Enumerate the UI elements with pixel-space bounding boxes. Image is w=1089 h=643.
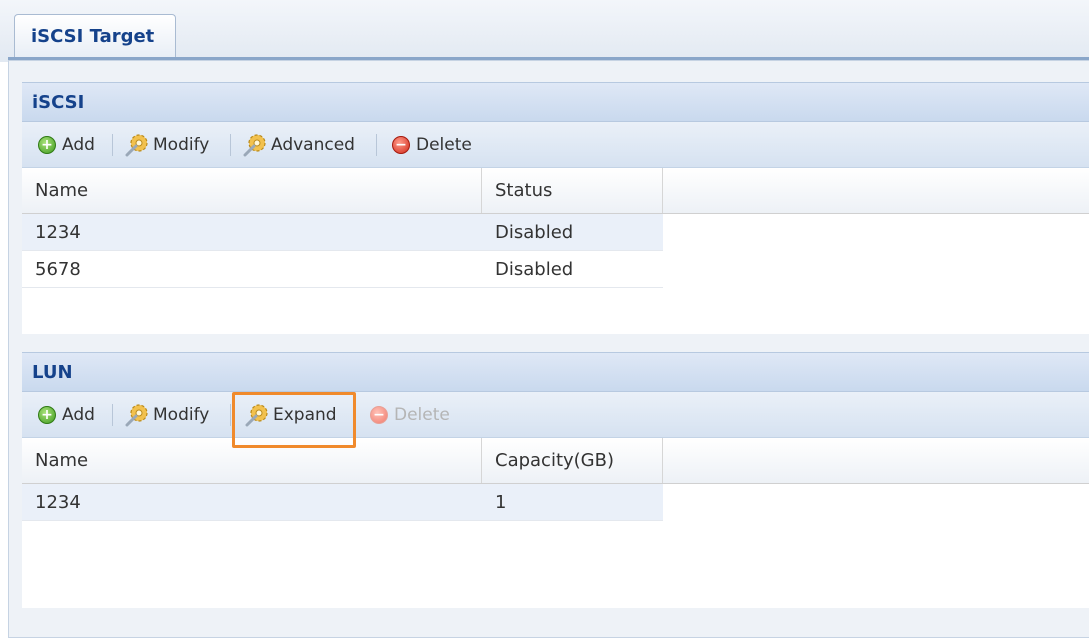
- cell-status: Disabled: [495, 259, 574, 280]
- cell-status: Disabled: [495, 222, 574, 243]
- gear-icon: [125, 134, 148, 157]
- column-header-status[interactable]: Status: [482, 168, 663, 213]
- iscsi-add-button[interactable]: + Add: [38, 130, 95, 160]
- toolbar-separator: [230, 404, 231, 426]
- lun-modify-label: Modify: [153, 405, 210, 425]
- lun-toolbar: + Add Modify Expand − Delete: [22, 392, 1089, 438]
- iscsi-advanced-button[interactable]: Advanced: [242, 130, 355, 160]
- iscsi-panel: iSCSI + Add Modify Advanced − Delete Nam…: [22, 82, 1089, 334]
- toolbar-separator: [376, 134, 377, 156]
- cell-name: 1234: [35, 492, 81, 513]
- lun-panel: LUN + Add Modify Expand − Delete Name Ca…: [22, 352, 1089, 608]
- expand-highlight-box: [232, 392, 356, 448]
- cell-capacity: 1: [495, 492, 507, 513]
- lun-modify-button[interactable]: Modify: [124, 400, 209, 430]
- lun-grid-header: Name Capacity(GB): [22, 438, 1089, 484]
- iscsi-panel-title: iSCSI: [22, 82, 1089, 122]
- column-header-capacity[interactable]: Capacity(GB): [482, 438, 663, 483]
- toolbar-separator: [230, 134, 231, 156]
- gear-icon: [125, 404, 148, 427]
- iscsi-delete-button[interactable]: − Delete: [392, 130, 472, 160]
- cell-name: 1234: [35, 222, 81, 243]
- iscsi-grid-header: Name Status: [22, 168, 1089, 214]
- add-icon: +: [38, 406, 56, 424]
- delete-icon: −: [370, 406, 388, 424]
- tab-bar: iSCSI Target: [0, 0, 1089, 62]
- cell-name: 5678: [35, 259, 81, 280]
- table-row[interactable]: 5678 Disabled: [22, 251, 663, 288]
- delete-icon: −: [392, 136, 410, 154]
- column-header-name[interactable]: Name: [22, 168, 482, 213]
- iscsi-modify-label: Modify: [153, 135, 210, 155]
- lun-delete-label: Delete: [394, 405, 450, 425]
- iscsi-modify-button[interactable]: Modify: [124, 130, 209, 160]
- tab-iscsi-target[interactable]: iSCSI Target: [14, 14, 176, 58]
- lun-add-label: Add: [62, 405, 95, 425]
- iscsi-add-label: Add: [62, 135, 95, 155]
- lun-delete-button[interactable]: − Delete: [370, 400, 450, 430]
- iscsi-delete-label: Delete: [416, 135, 472, 155]
- table-row[interactable]: 1234 1: [22, 484, 663, 521]
- lun-panel-title: LUN: [22, 352, 1089, 392]
- table-row[interactable]: 1234 Disabled: [22, 214, 663, 251]
- iscsi-advanced-label: Advanced: [271, 135, 355, 155]
- toolbar-separator: [112, 404, 113, 426]
- gear-icon: [243, 134, 266, 157]
- iscsi-toolbar: + Add Modify Advanced − Delete: [22, 122, 1089, 168]
- add-icon: +: [38, 136, 56, 154]
- toolbar-separator: [112, 134, 113, 156]
- lun-add-button[interactable]: + Add: [38, 400, 95, 430]
